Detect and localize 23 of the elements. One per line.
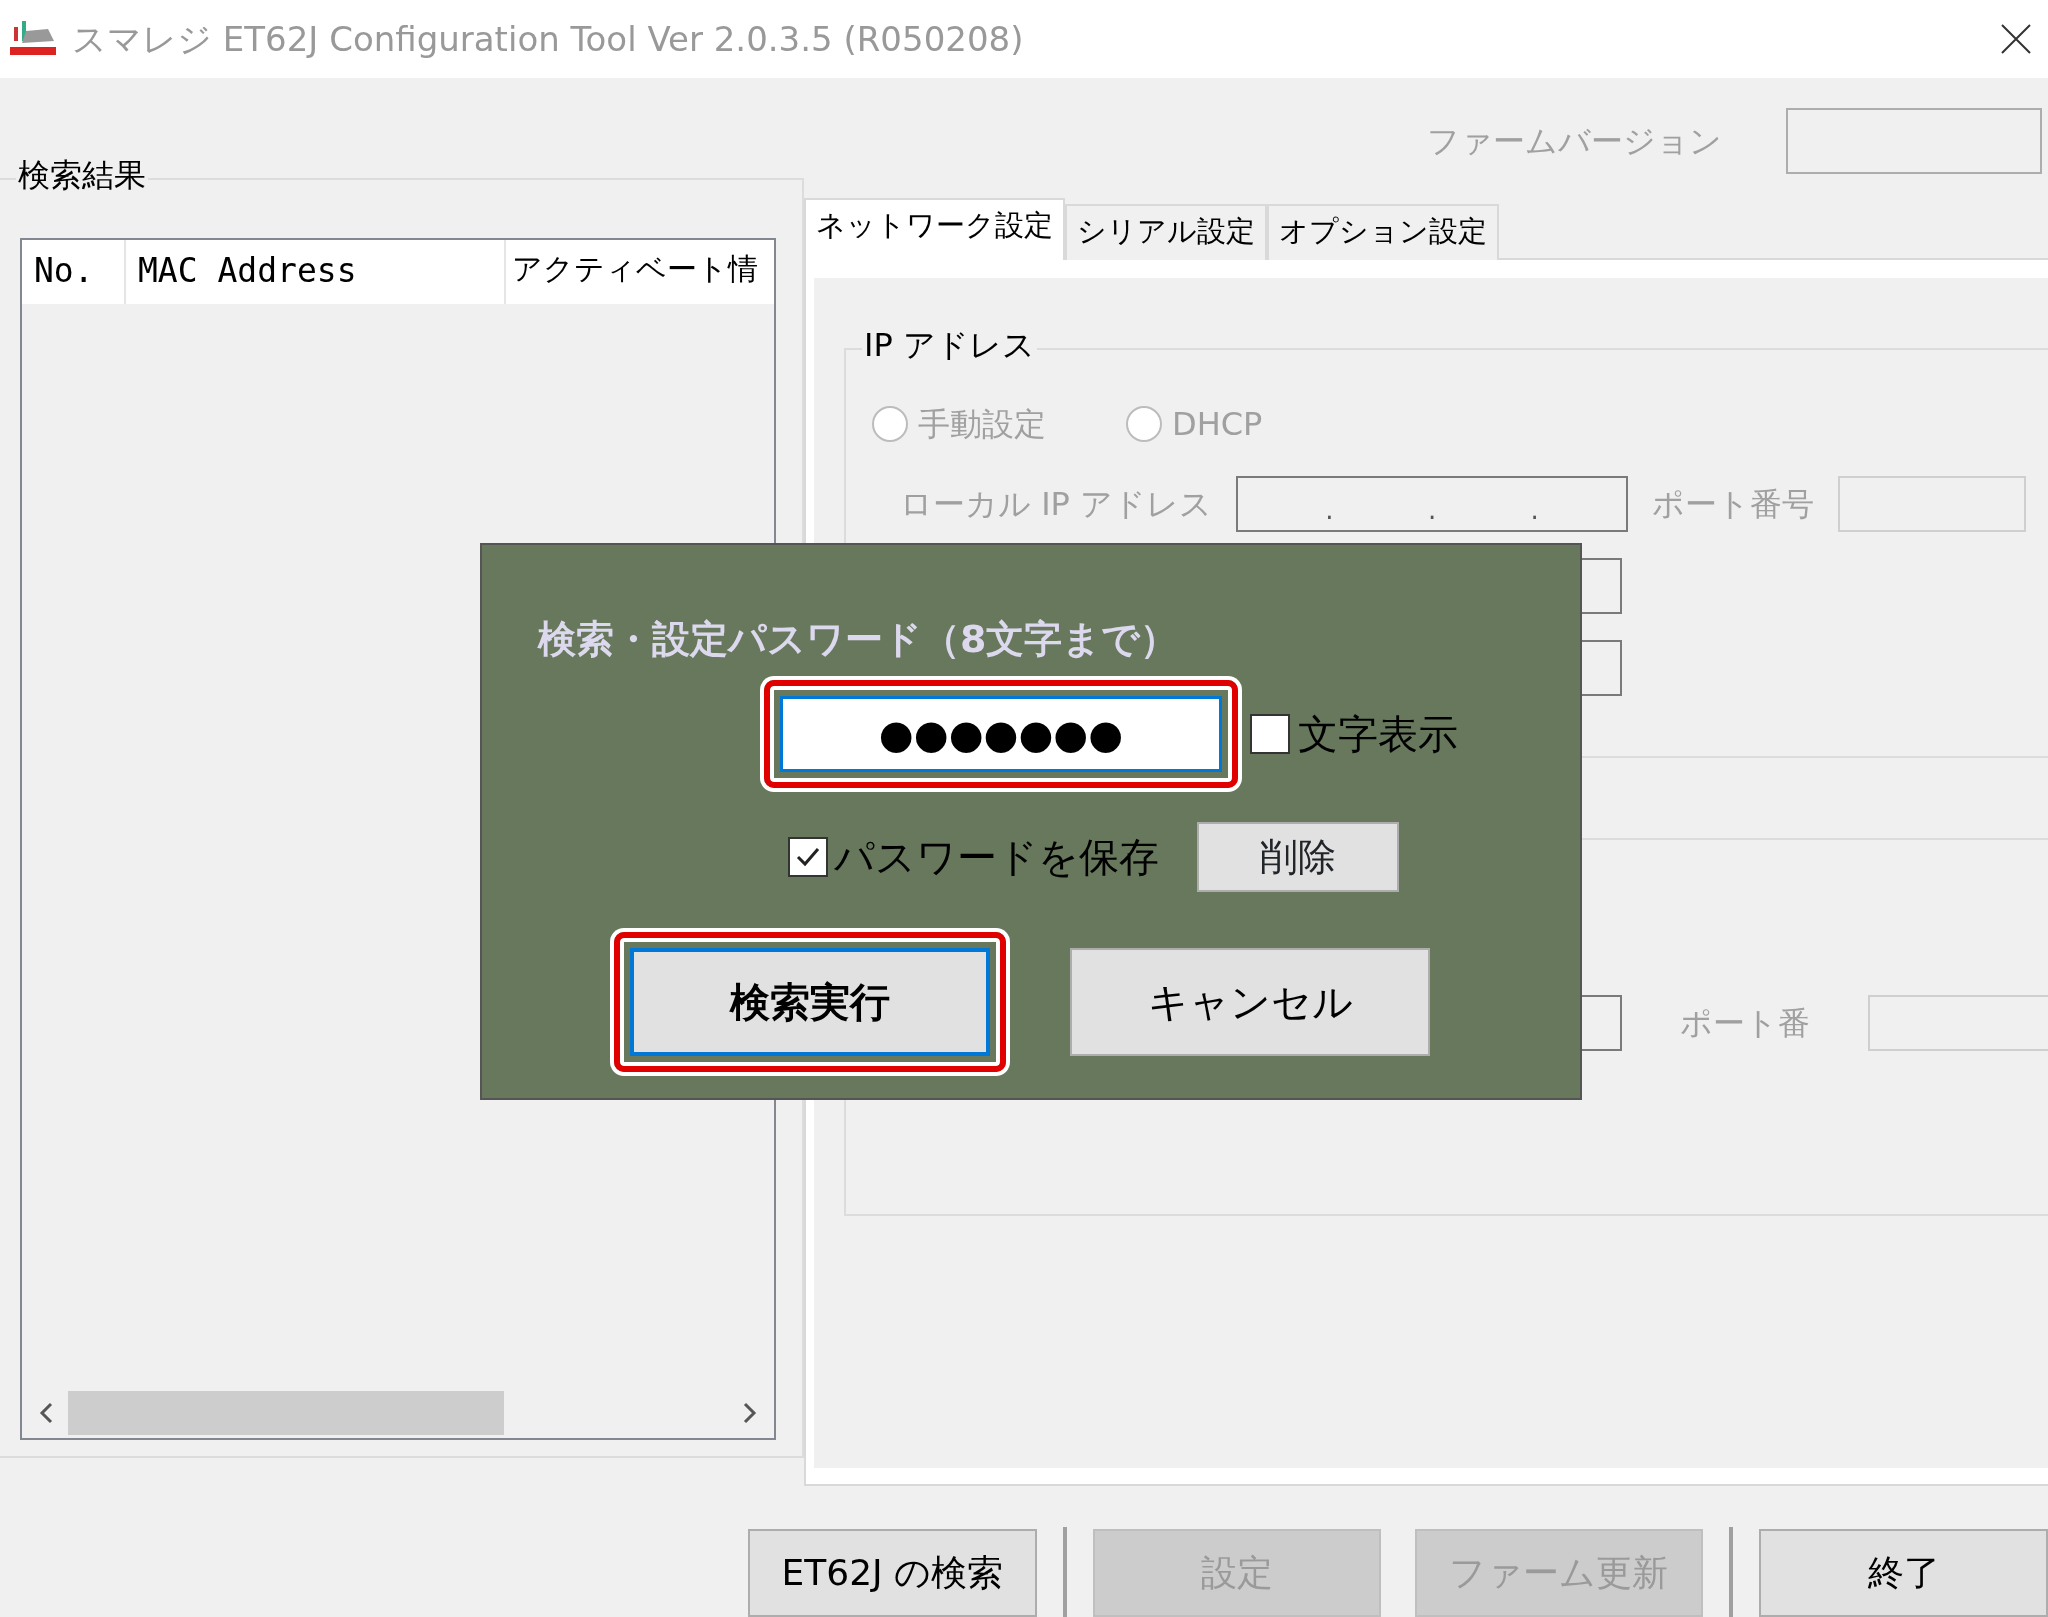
window-title: スマレジ ET62J Configuration Tool Ver 2.0.3.5 (R050208)	[72, 17, 1024, 61]
tab[interactable]: シリアル設定	[1065, 204, 1267, 260]
port-label: ポート番	[1680, 1002, 1810, 1044]
search-button[interactable]: 検索実行	[630, 948, 990, 1056]
column-header[interactable]: アクティベート情	[506, 240, 774, 304]
ip-address-field[interactable]: . . .	[1236, 475, 1629, 532]
checkbox-label[interactable]: 文字表示	[1298, 704, 1458, 764]
firmware-label: ファームバージョン	[1427, 121, 1722, 162]
checkbox-label[interactable]: パスワードを保存	[834, 827, 1159, 887]
cancel-button[interactable]: キャンセル	[1070, 948, 1430, 1056]
ip-separator: .	[1427, 493, 1437, 527]
footer-button[interactable]: 終了	[1759, 1529, 2048, 1617]
local-ip-label: ローカル IP アドレス	[900, 483, 1213, 525]
tab[interactable]: ネットワーク設定	[804, 198, 1065, 260]
footer-button[interactable]: ET62J の検索	[748, 1529, 1037, 1617]
delete-button[interactable]: 削除	[1197, 822, 1399, 892]
ip-separator: .	[1325, 493, 1334, 527]
ip-separator: .	[1530, 493, 1539, 527]
column-header[interactable]: No.	[22, 240, 126, 304]
column-header[interactable]: MAC Address	[126, 240, 506, 304]
password-field[interactable]: ●●●●●●●	[780, 696, 1222, 772]
port-label: ポート番号	[1652, 483, 1815, 525]
tab[interactable]: オプション設定	[1267, 204, 1499, 260]
